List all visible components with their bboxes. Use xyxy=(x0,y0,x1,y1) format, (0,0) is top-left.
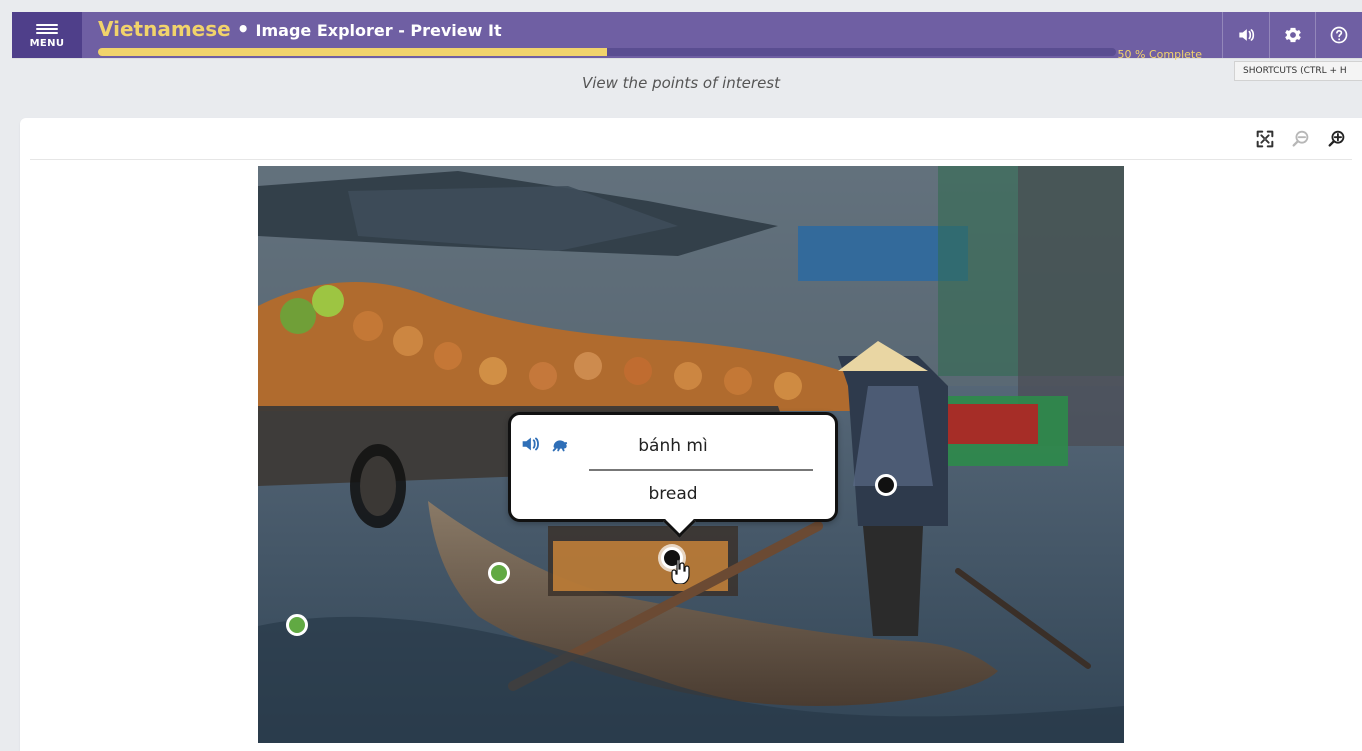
sound-icon xyxy=(1239,29,1254,41)
vietnamese-word: bánh mì xyxy=(638,436,708,456)
hand-cursor-icon xyxy=(671,558,690,584)
title-separator: • xyxy=(236,17,250,41)
help-icon xyxy=(1330,26,1348,44)
hotspot-person[interactable] xyxy=(875,474,897,496)
title-area: Vietnamese • Image Explorer - Preview It 5… xyxy=(98,18,1212,61)
page-title: Vietnamese • Image Explorer - Preview It xyxy=(98,18,1212,42)
instruction-text: View the points of interest xyxy=(581,74,781,92)
progress-bar xyxy=(98,48,1116,56)
menu-label: MENU xyxy=(29,37,65,49)
top-bar: MENU Vietnamese • Image Explorer - Preview… xyxy=(12,12,1362,61)
sound-button[interactable] xyxy=(1222,12,1269,58)
help-button[interactable] xyxy=(1315,12,1362,58)
progress-text: 50 % Complete xyxy=(1117,48,1202,61)
hotspot-green-1[interactable] xyxy=(488,562,510,584)
hamburger-icon xyxy=(36,22,58,36)
activity-title: Image Explorer - Preview It xyxy=(255,21,502,40)
panel-divider xyxy=(30,159,1352,160)
zoom-out-button[interactable] xyxy=(1290,128,1312,150)
gear-icon xyxy=(1284,27,1301,43)
header-actions xyxy=(1222,12,1362,58)
settings-button[interactable] xyxy=(1268,12,1316,58)
zoom-in-button[interactable] xyxy=(1326,128,1348,150)
zoom-in-icon xyxy=(1328,130,1345,147)
fullscreen-icon xyxy=(1256,130,1274,148)
english-translation: bread xyxy=(648,484,698,504)
fullscreen-button[interactable] xyxy=(1254,128,1276,150)
menu-button[interactable]: MENU xyxy=(12,12,82,58)
language-name: Vietnamese xyxy=(98,17,231,41)
zoom-out-icon xyxy=(1292,130,1309,147)
progress-fill xyxy=(98,48,607,56)
image-toolbar xyxy=(1254,128,1348,150)
translation-popup: bánh mì bread xyxy=(508,412,838,522)
hotspot-green-2[interactable] xyxy=(286,614,308,636)
